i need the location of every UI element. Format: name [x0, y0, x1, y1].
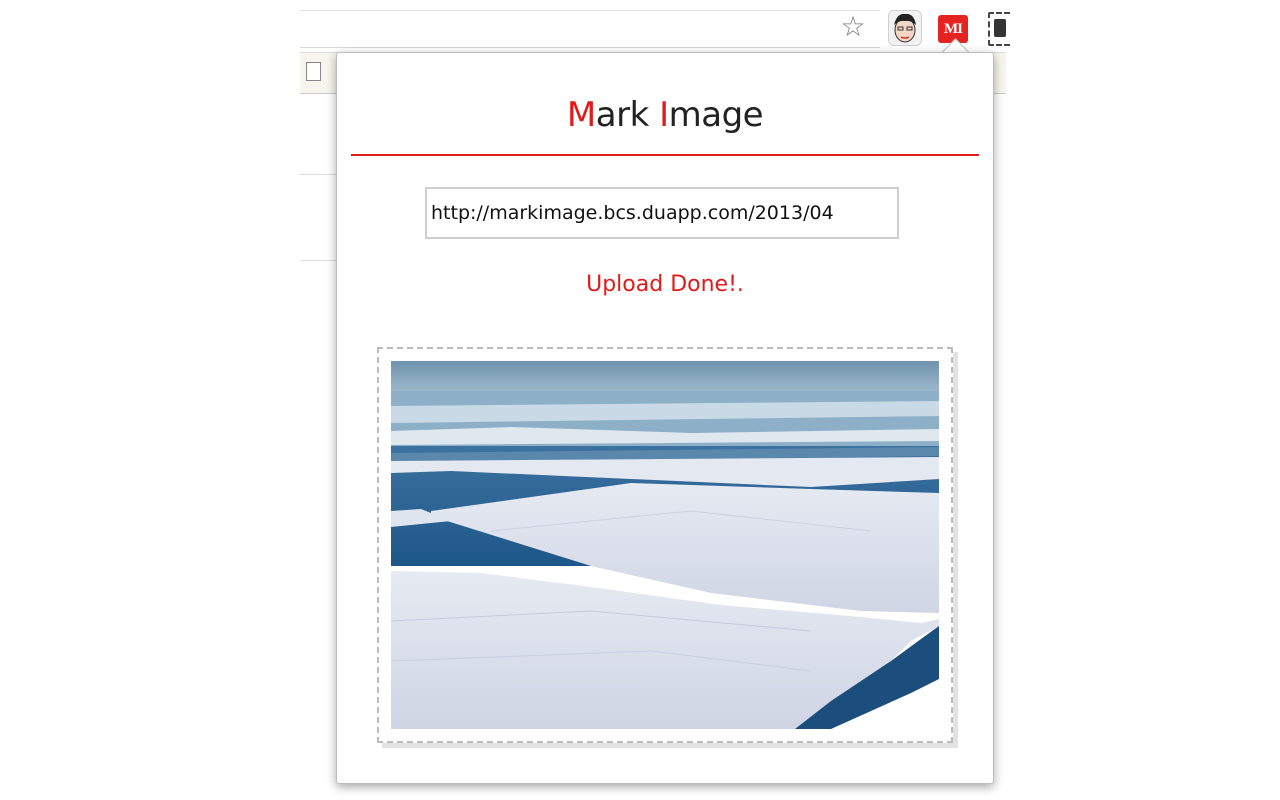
divider: [300, 174, 340, 175]
puzzle-extension-icon[interactable]: [988, 12, 1010, 46]
mark-image-popup: Mark Image Upload Done!.: [336, 52, 994, 784]
popup-title: Mark Image: [566, 95, 764, 135]
avatar-face-icon: [894, 13, 916, 43]
upload-status: Upload Done!.: [586, 272, 744, 297]
divider: [300, 260, 340, 261]
star-icon[interactable]: ☆: [838, 12, 868, 42]
image-url-field[interactable]: [425, 187, 899, 239]
document-icon: [306, 62, 321, 81]
title-divider: [351, 154, 979, 156]
image-preview-frame: [377, 347, 953, 743]
uploaded-image[interactable]: [391, 361, 939, 729]
address-bar[interactable]: [300, 10, 880, 48]
avatar-extension-icon[interactable]: [888, 10, 922, 46]
